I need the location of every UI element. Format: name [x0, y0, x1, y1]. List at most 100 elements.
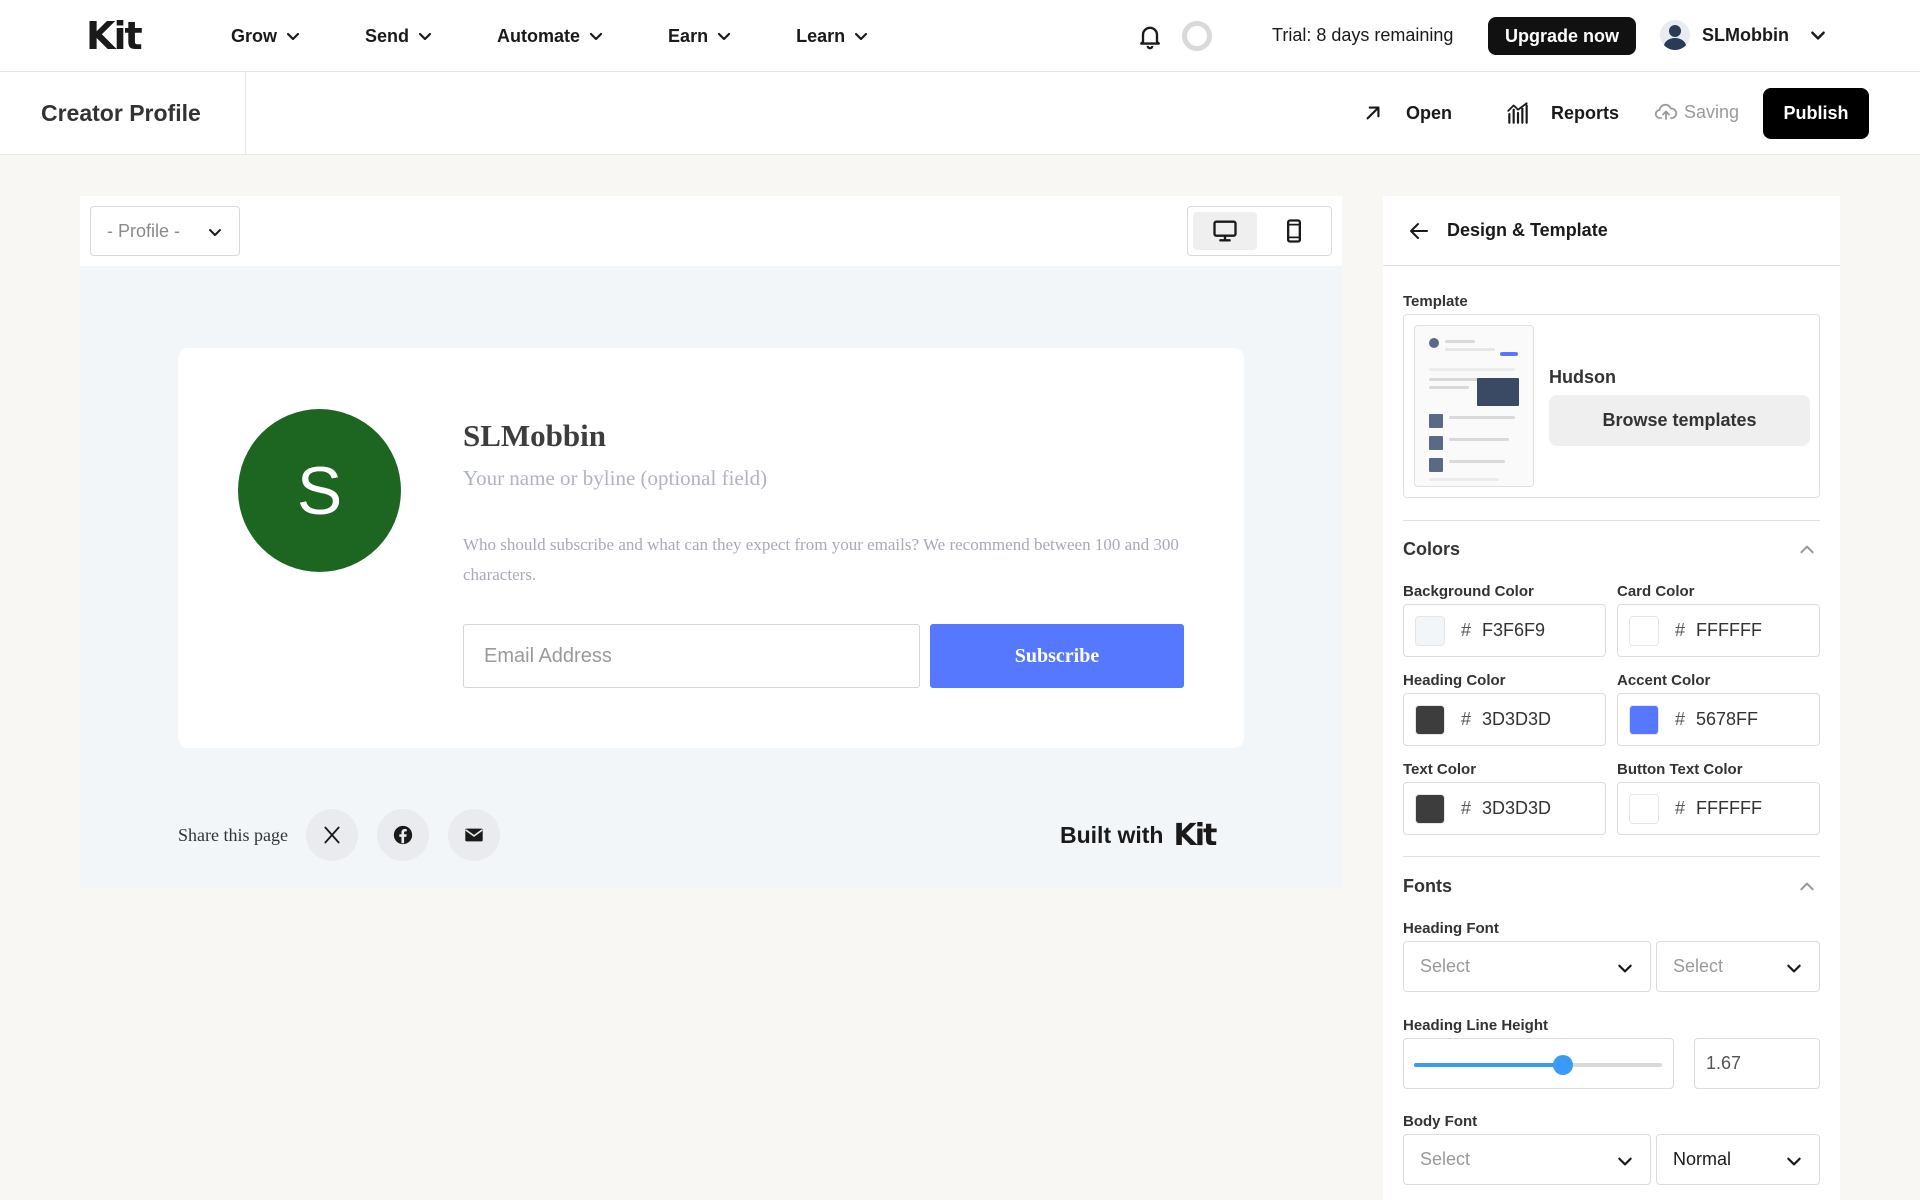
page-select-value: - Profile - [107, 220, 181, 241]
chevron-down-icon [418, 32, 432, 41]
loading-spinner-icon [1182, 21, 1212, 51]
share-x-button[interactable] [305, 809, 358, 861]
accent-color-label: Accent Color [1617, 672, 1711, 689]
heading-weight-value: Select [1673, 956, 1724, 976]
button-text-color-hex: FFFFFF [1696, 798, 1762, 818]
panel-header: Design & Template [1383, 196, 1840, 266]
trial-status: Trial: 8 days remaining [1272, 25, 1454, 45]
heading-font-select[interactable]: Select [1403, 941, 1651, 992]
slider-thumb[interactable] [1552, 1055, 1573, 1075]
share-facebook-button[interactable] [376, 809, 429, 861]
body-weight-select[interactable]: Normal [1656, 1134, 1820, 1185]
publish-button[interactable]: Publish [1763, 88, 1869, 139]
accent-color-field[interactable]: # 5678FF [1617, 693, 1820, 746]
kit-logo[interactable]: Kit [86, 17, 143, 55]
chevron-up-icon [1800, 882, 1814, 890]
hash-symbol: # [1461, 709, 1472, 729]
chevron-down-icon [286, 32, 300, 41]
chevron-down-icon [1811, 31, 1825, 40]
facebook-icon [393, 825, 413, 845]
chevron-down-icon [855, 32, 868, 41]
nav-earn-label: Earn [668, 25, 709, 46]
cloud-upload-icon [1654, 103, 1678, 120]
desktop-view-button[interactable] [1193, 212, 1257, 250]
background-color-swatch[interactable] [1415, 615, 1445, 646]
nav-learn[interactable]: Learn [796, 26, 869, 47]
reports-button[interactable]: Reports [1505, 100, 1619, 126]
share-email-button[interactable] [447, 809, 500, 861]
heading-line-height-slider-box [1403, 1038, 1674, 1089]
section-divider [1403, 856, 1820, 857]
chevron-down-icon [1787, 964, 1801, 973]
nav-send[interactable]: Send [365, 26, 433, 47]
mobile-icon [1287, 219, 1301, 243]
profile-name[interactable]: SLMobbin [463, 418, 606, 454]
panel-title: Design & Template [1447, 220, 1608, 240]
bar-chart-icon [1507, 102, 1528, 124]
body-weight-value: Normal [1673, 1149, 1732, 1169]
body-font-value: Select [1420, 1149, 1471, 1169]
design-panel: Design & Template Template Hudson Browse… [1383, 196, 1840, 1200]
chevron-down-icon [589, 32, 603, 41]
profile-card: S SLMobbin Your name or byline (optional… [178, 348, 1244, 748]
colors-heading: Colors [1403, 539, 1461, 559]
reports-label: Reports [1551, 102, 1620, 123]
body-font-select[interactable]: Select [1403, 1134, 1651, 1185]
text-color-swatch[interactable] [1415, 793, 1445, 824]
profile-byline[interactable]: Your name or byline (optional field) [463, 466, 767, 491]
section-divider [1403, 520, 1820, 521]
background-color-label: Background Color [1403, 583, 1534, 600]
profile-avatar[interactable]: S [238, 409, 401, 572]
top-nav: Kit Grow Send Automate Earn Learn Trial:… [0, 0, 1920, 72]
page-title: Creator Profile [41, 100, 201, 126]
editor-toolbar: Creator Profile Open Reports Saving Publ… [0, 72, 1920, 155]
card-color-label: Card Color [1617, 583, 1695, 600]
built-with-label: Built with [1060, 822, 1164, 848]
nav-earn[interactable]: Earn [668, 26, 732, 47]
heading-line-height-slider[interactable] [1414, 1055, 1662, 1075]
card-color-swatch[interactable] [1629, 615, 1659, 646]
mobile-view-button[interactable] [1262, 212, 1326, 250]
page-preview: - Profile - S SLMobbin Your name or byli… [80, 196, 1342, 888]
saving-label: Saving [1684, 101, 1740, 122]
background-color-field[interactable]: # F3F6F9 [1403, 604, 1606, 657]
fonts-section-toggle[interactable]: Fonts [1403, 876, 1820, 897]
browse-templates-button[interactable]: Browse templates [1549, 395, 1810, 446]
email-input[interactable] [463, 624, 920, 688]
button-text-color-swatch[interactable] [1629, 793, 1659, 824]
open-button[interactable]: Open [1360, 100, 1452, 126]
hash-symbol: # [1461, 798, 1472, 818]
bell-icon[interactable] [1136, 22, 1164, 50]
open-label: Open [1406, 102, 1453, 123]
page-select[interactable]: - Profile - [90, 206, 240, 256]
accent-color-hex: 5678FF [1696, 709, 1759, 729]
share-bar: Share this page [178, 809, 519, 861]
text-color-field[interactable]: # 3D3D3D [1403, 782, 1606, 835]
upgrade-button[interactable]: Upgrade now [1488, 17, 1636, 55]
template-thumbnail[interactable] [1414, 325, 1534, 487]
heading-line-height-input[interactable] [1694, 1038, 1820, 1089]
arrow-left-icon[interactable] [1407, 219, 1431, 243]
text-color-hex: 3D3D3D [1482, 798, 1552, 818]
profile-description[interactable]: Who should subscribe and what can they e… [463, 530, 1193, 590]
slider-fill [1414, 1063, 1563, 1067]
card-color-field[interactable]: # FFFFFF [1617, 604, 1820, 657]
hash-symbol: # [1675, 620, 1686, 640]
heading-color-field[interactable]: # 3D3D3D [1403, 693, 1606, 746]
envelope-icon [465, 828, 483, 842]
built-with-kit-badge[interactable]: Built with Kit [1060, 818, 1217, 853]
button-text-color-field[interactable]: # FFFFFF [1617, 782, 1820, 835]
accent-color-swatch[interactable] [1629, 704, 1659, 735]
saving-status: Saving [1654, 100, 1739, 124]
template-label: Template [1403, 293, 1468, 310]
subscribe-button[interactable]: Subscribe [930, 624, 1184, 688]
heading-color-swatch[interactable] [1415, 704, 1445, 735]
user-menu[interactable]: SLMobbin [1660, 20, 1827, 50]
colors-section-toggle[interactable]: Colors [1403, 539, 1820, 560]
x-logo-icon [324, 826, 340, 844]
hash-symbol: # [1675, 798, 1686, 818]
heading-weight-select[interactable]: Select [1656, 941, 1820, 992]
device-toggle [1187, 206, 1332, 256]
nav-grow[interactable]: Grow [231, 26, 301, 47]
nav-automate[interactable]: Automate [497, 26, 604, 47]
